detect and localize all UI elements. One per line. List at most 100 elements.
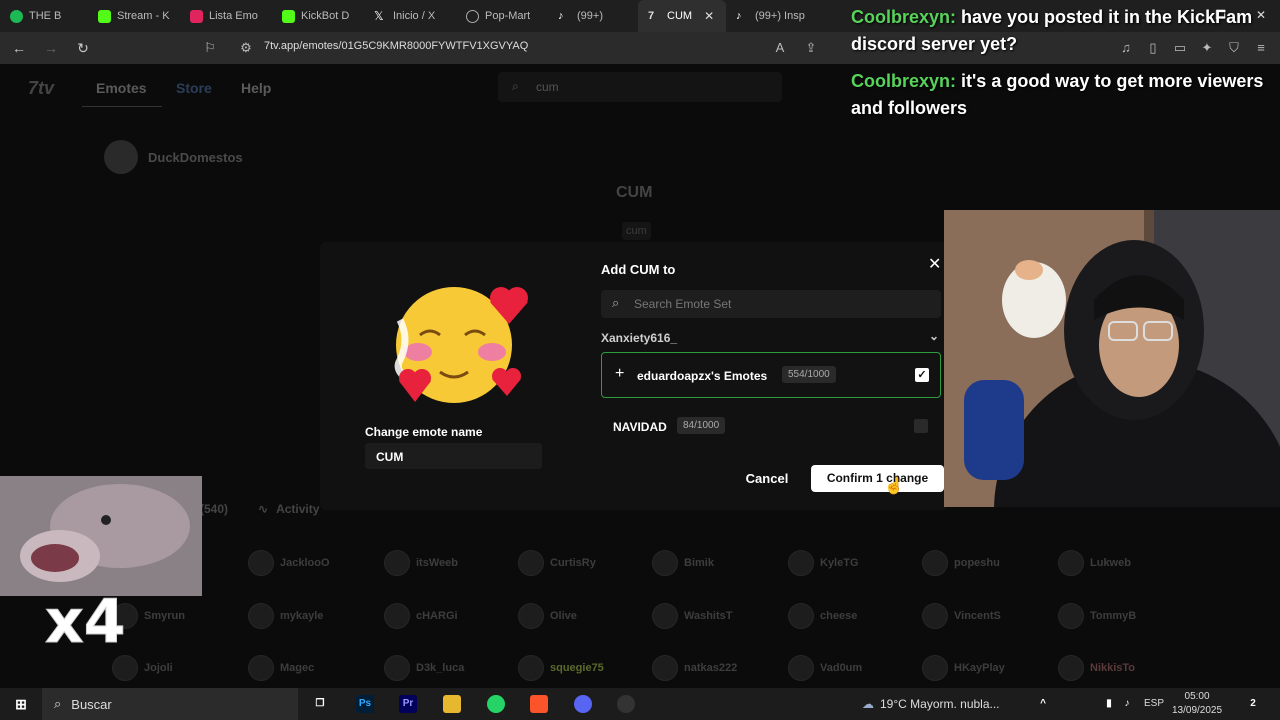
weather-text: 19°C Mayorm. nubla... xyxy=(880,697,1000,711)
forward-icon[interactable]: → xyxy=(38,40,64,56)
brave-icon[interactable] xyxy=(530,695,548,713)
bookmark-icon[interactable]: ⚐ xyxy=(202,40,218,56)
premiere-icon[interactable]: Pr xyxy=(399,695,417,713)
user-item[interactable]: TommyB xyxy=(1058,603,1136,629)
search-icon: ⌕ xyxy=(54,696,62,711)
avatar xyxy=(788,603,814,629)
site-search-input[interactable]: ⌕ cum xyxy=(498,72,782,102)
cancel-button[interactable]: Cancel xyxy=(740,466,794,492)
user-item[interactable]: mykayle xyxy=(248,603,323,629)
task-view-icon[interactable]: ❐ xyxy=(311,695,329,713)
user-item[interactable]: Jojoli xyxy=(112,655,173,681)
tab-x[interactable]: 𝕏 Inicio / X xyxy=(364,0,456,32)
user-name: Jojoli xyxy=(144,662,173,674)
selected-user: Xanxiety616_ xyxy=(601,331,678,345)
volume-icon[interactable]: ♪ xyxy=(1118,695,1136,713)
user-item[interactable]: Bimik xyxy=(652,550,714,576)
taskbar-search[interactable]: ⌕ Buscar xyxy=(42,688,298,720)
user-item[interactable]: Magec xyxy=(248,655,314,681)
url-field[interactable]: 7tv.app/emotes/01G5C9KMR8000FYWTFV1XGVYA… xyxy=(264,40,528,52)
notification-icon[interactable]: 2 xyxy=(1244,695,1262,713)
user-item[interactable]: itsWeeb xyxy=(384,550,458,576)
windows-start-icon[interactable]: ⊞ xyxy=(12,695,30,713)
file-explorer-icon[interactable] xyxy=(443,695,461,713)
user-item[interactable]: Lukweb xyxy=(1058,550,1131,576)
user-name: cheese xyxy=(820,610,858,622)
dialog-title: Add CUM to xyxy=(601,262,676,277)
translate-icon[interactable]: A xyxy=(772,40,788,56)
nav-emotes[interactable]: Emotes xyxy=(96,80,147,96)
photoshop-icon[interactable]: Ps xyxy=(356,695,374,713)
confirm-button[interactable]: Confirm 1 change xyxy=(811,465,944,492)
user-item[interactable]: CurtisRy xyxy=(518,550,596,576)
user-item[interactable]: popeshu xyxy=(922,550,1000,576)
discord-icon[interactable] xyxy=(574,695,592,713)
tab-lista[interactable]: Lista Emo xyxy=(180,0,272,32)
whatsapp-icon[interactable] xyxy=(487,695,505,713)
user-item[interactable]: VincentS xyxy=(922,603,1001,629)
user-name: VincentS xyxy=(954,610,1001,622)
user-name: Vad0um xyxy=(820,662,863,674)
reload-icon[interactable]: ↻ xyxy=(70,40,96,57)
nav-help[interactable]: Help xyxy=(241,80,271,96)
language-indicator[interactable]: ESP xyxy=(1144,698,1164,709)
back-icon[interactable]: ← xyxy=(6,40,32,56)
tab-tiktok[interactable]: ♪ (99+) xyxy=(548,0,638,32)
tab-stream[interactable]: Stream - K xyxy=(88,0,180,32)
user-item[interactable]: JacklooO xyxy=(248,550,330,576)
site-search-value: cum xyxy=(536,80,559,94)
user-name: Bimik xyxy=(684,557,714,569)
kickbot-icon xyxy=(282,9,295,23)
close-icon[interactable]: ✕ xyxy=(928,254,941,274)
emote-set-row[interactable]: NAVIDAD 84/1000 xyxy=(601,404,941,450)
user-item[interactable]: squegie75 xyxy=(518,655,604,681)
user-item[interactable]: KyleTG xyxy=(788,550,859,576)
chat-message: Coolbrexyn: it's a good way to get more … xyxy=(851,68,1280,122)
system-clock[interactable]: 05:00 13/09/2025 xyxy=(1172,690,1222,718)
user-item[interactable]: cHARGi xyxy=(384,603,458,629)
user-item[interactable]: HKayPlay xyxy=(922,655,1005,681)
obs-icon[interactable] xyxy=(617,695,635,713)
emote-set-row[interactable]: + eduardoapzx's Emotes 554/1000 ✓ xyxy=(601,352,941,398)
share-icon[interactable]: ⇪ xyxy=(803,40,819,56)
user-name: NikkisTo xyxy=(1090,662,1136,674)
search-icon: ⌕ xyxy=(512,79,519,93)
user-name: TommyB xyxy=(1090,610,1137,622)
user-select-dropdown[interactable]: Xanxiety616_ ⌄ xyxy=(601,329,941,345)
emote-title: CUM xyxy=(616,184,653,201)
user-item[interactable]: D3k_luca xyxy=(384,655,464,681)
spotify-icon xyxy=(10,9,23,23)
user-name: KyleTG xyxy=(820,557,859,569)
7tv-logo[interactable]: 7tv xyxy=(28,78,54,99)
nav-store[interactable]: Store xyxy=(176,80,212,96)
close-tab-icon[interactable]: ✕ xyxy=(704,9,714,23)
network-icon[interactable]: ▮ xyxy=(1100,695,1118,713)
checkbox-unchecked[interactable] xyxy=(914,419,928,433)
chevron-up-icon[interactable]: ^ xyxy=(1034,695,1052,713)
tab-kickbot[interactable]: KickBot D xyxy=(272,0,364,32)
emote-owner[interactable]: DuckDomestos xyxy=(104,140,243,174)
tab-cum[interactable]: 7 CUM ✕ xyxy=(638,0,726,32)
user-item[interactable]: Olive xyxy=(518,603,577,629)
channels-tab-count[interactable]: (540) xyxy=(200,502,228,516)
tab-label: (99+) Insp xyxy=(755,10,805,22)
checkbox-checked[interactable]: ✓ xyxy=(915,368,929,382)
emote-set-search-input[interactable]: ⌕ Search Emote Set xyxy=(601,290,941,318)
weather-widget[interactable]: ☁ 19°C Mayorm. nubla... xyxy=(862,697,1000,711)
user-item[interactable]: NikkisTo xyxy=(1058,655,1135,681)
tab-spotify[interactable]: THE B xyxy=(0,0,88,32)
tab-tiktok-2[interactable]: ♪ (99+) Insp xyxy=(726,0,826,32)
avatar xyxy=(922,655,948,681)
user-item[interactable]: Vad0um xyxy=(788,655,862,681)
chat-username: Coolbrexyn: xyxy=(851,71,957,91)
emote-set-name: NAVIDAD xyxy=(613,420,667,434)
tab-popmart[interactable]: Pop-Mart xyxy=(456,0,548,32)
user-item[interactable]: natkas222 xyxy=(652,655,737,681)
avatar xyxy=(652,550,678,576)
user-item[interactable]: cheese xyxy=(788,603,857,629)
chevron-down-icon: ⌄ xyxy=(928,329,939,343)
user-item[interactable]: WashitsT xyxy=(652,603,733,629)
activity-tab[interactable]: ∿ Activity xyxy=(258,502,319,516)
emote-name-input[interactable]: CUM xyxy=(365,443,542,469)
site-settings-icon[interactable]: ⚙ xyxy=(238,40,254,56)
